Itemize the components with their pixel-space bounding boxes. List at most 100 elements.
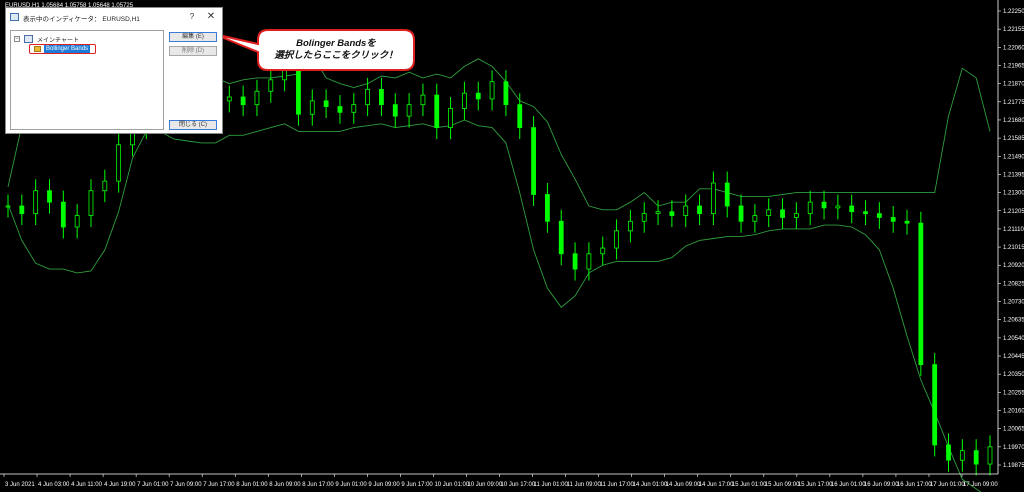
candle-body <box>807 201 813 215</box>
candle-body <box>572 253 578 270</box>
time-label: 8 Jun 17:00 <box>302 482 334 488</box>
price-label: 1.20255 <box>1003 390 1024 396</box>
candle-body <box>683 205 689 216</box>
candle-body <box>766 209 772 216</box>
candle-body <box>254 90 260 106</box>
price-label: 1.21870 <box>1003 82 1024 88</box>
price-label: 1.22155 <box>1003 27 1024 33</box>
price-label: 1.19875 <box>1003 463 1024 469</box>
callout-line-2: 選択したらここをクリック！ <box>274 50 398 61</box>
candle-body <box>710 182 716 215</box>
candle-body <box>876 213 882 218</box>
candle-body <box>74 215 80 228</box>
time-label: 14 Jun 17:00 <box>699 482 734 488</box>
candle-body <box>102 180 108 192</box>
price-label: 1.20445 <box>1003 354 1024 360</box>
candle-body <box>724 182 730 207</box>
candle-body <box>448 108 453 129</box>
candle-body <box>904 220 910 224</box>
time-label: 15 Jun 01:00 <box>732 482 767 488</box>
candle-body <box>116 144 122 182</box>
indicator-icon <box>34 46 41 52</box>
time-label: 15 Jun 17:00 <box>798 482 833 488</box>
candle-body <box>503 81 509 106</box>
help-button[interactable]: ? <box>186 11 198 23</box>
time-label: 4 Jun 11:00 <box>71 482 103 488</box>
candle-body <box>890 217 896 222</box>
candle-body <box>614 230 619 249</box>
time-label: 11 Jun 09:00 <box>567 482 602 488</box>
candle-body <box>738 205 744 222</box>
tree-node-label: メインチャート <box>37 38 79 44</box>
time-label: 7 Jun 17:00 <box>203 482 235 488</box>
collapse-icon[interactable]: − <box>14 36 20 42</box>
time-label: 14 Jun 09:00 <box>666 482 701 488</box>
price-axis: 1.22250 1.22155 1.22060 1.21965 1.21870 1.217… <box>998 9 1024 469</box>
candle-body <box>987 446 993 465</box>
time-label: 4 Jun 19:00 <box>104 482 136 488</box>
price-label: 1.20730 <box>1003 300 1024 306</box>
time-label: 17 Jun 01:00 <box>930 482 965 488</box>
candle-body <box>835 205 841 209</box>
time-label: 16 Jun 17:00 <box>897 482 932 488</box>
candle-body <box>88 190 94 216</box>
time-label: 15 Jun 09:00 <box>765 482 800 488</box>
dialog-titlebar[interactable]: 表示中のインディケータ： EURUSD,H1 ? ✕ <box>6 8 222 28</box>
candle-body <box>586 253 592 270</box>
price-label: 1.20825 <box>1003 281 1024 287</box>
time-label: 9 Jun 09:00 <box>368 482 400 488</box>
candle-body <box>863 211 868 215</box>
time-label: 7 Jun 01:00 <box>137 482 169 488</box>
candle-body <box>379 88 384 106</box>
candle-body <box>462 92 467 109</box>
price-label: 1.21205 <box>1003 209 1024 215</box>
candle-body <box>517 104 523 129</box>
time-label: 10 Jun 09:00 <box>467 482 502 488</box>
price-label: 1.20635 <box>1003 318 1024 324</box>
candle-body <box>434 94 440 129</box>
dialog-title: 表示中のインディケータ： EURUSD,H1 <box>23 16 140 23</box>
price-label: 1.22250 <box>1003 9 1024 15</box>
time-label: 16 Jun 09:00 <box>864 482 899 488</box>
candle-body <box>821 201 827 209</box>
time-label: 16 Jun 01:00 <box>831 482 866 488</box>
candle-body <box>5 205 11 208</box>
price-label: 1.21110 <box>1003 227 1024 233</box>
candle-body <box>240 96 246 106</box>
close-icon[interactable]: ✕ <box>205 11 217 23</box>
candle-body <box>641 213 647 222</box>
time-label: 11 Jun 17:00 <box>600 482 635 488</box>
candle-body <box>959 450 965 461</box>
candle-body <box>669 211 675 216</box>
candle-body <box>545 194 550 222</box>
chart-window-icon <box>24 35 33 43</box>
price-label: 1.19970 <box>1003 445 1024 451</box>
tree-node-bollinger-bands[interactable]: Bollinger Bands <box>29 44 96 54</box>
price-label: 1.21775 <box>1003 100 1024 106</box>
indicator-window-icon <box>10 13 19 21</box>
time-label: 14 Jun 01:00 <box>633 482 668 488</box>
candle-body <box>420 94 426 106</box>
candle-body <box>932 364 938 446</box>
candle-body <box>351 104 357 113</box>
price-label: 1.20920 <box>1003 263 1024 269</box>
time-label: 9 Jun 01:00 <box>335 482 367 488</box>
time-label: 4 Jun 03:00 <box>38 482 70 488</box>
candle-body <box>406 104 412 117</box>
time-label: 10 Jun 01:00 <box>434 482 469 488</box>
time-axis: 3 Jun 2021 4 Jun 03:00 4 Jun 11:00 4 Jun 19… <box>3 474 998 488</box>
candle-body <box>946 444 951 461</box>
delete-button[interactable]: 削除 (D) <box>169 46 217 56</box>
tree-node-label-selected: Bollinger Bands <box>44 45 91 53</box>
close-button[interactable]: 閉じる (C) <box>169 120 217 130</box>
time-label: 8 Jun 09:00 <box>269 482 301 488</box>
candle-body <box>627 220 633 232</box>
edit-button[interactable]: 編集 (E) <box>169 32 217 42</box>
candle-body <box>475 92 481 100</box>
price-label: 1.20065 <box>1003 427 1024 433</box>
time-label: 3 Jun 2021 <box>5 482 35 488</box>
indicator-tree[interactable]: − メインチャート Bollinger Bands <box>10 30 164 130</box>
candle-body <box>600 247 606 255</box>
callout-text: Bolinger Bandsを 選択したらここをクリック！ <box>262 38 410 62</box>
price-label: 1.21015 <box>1003 245 1024 251</box>
